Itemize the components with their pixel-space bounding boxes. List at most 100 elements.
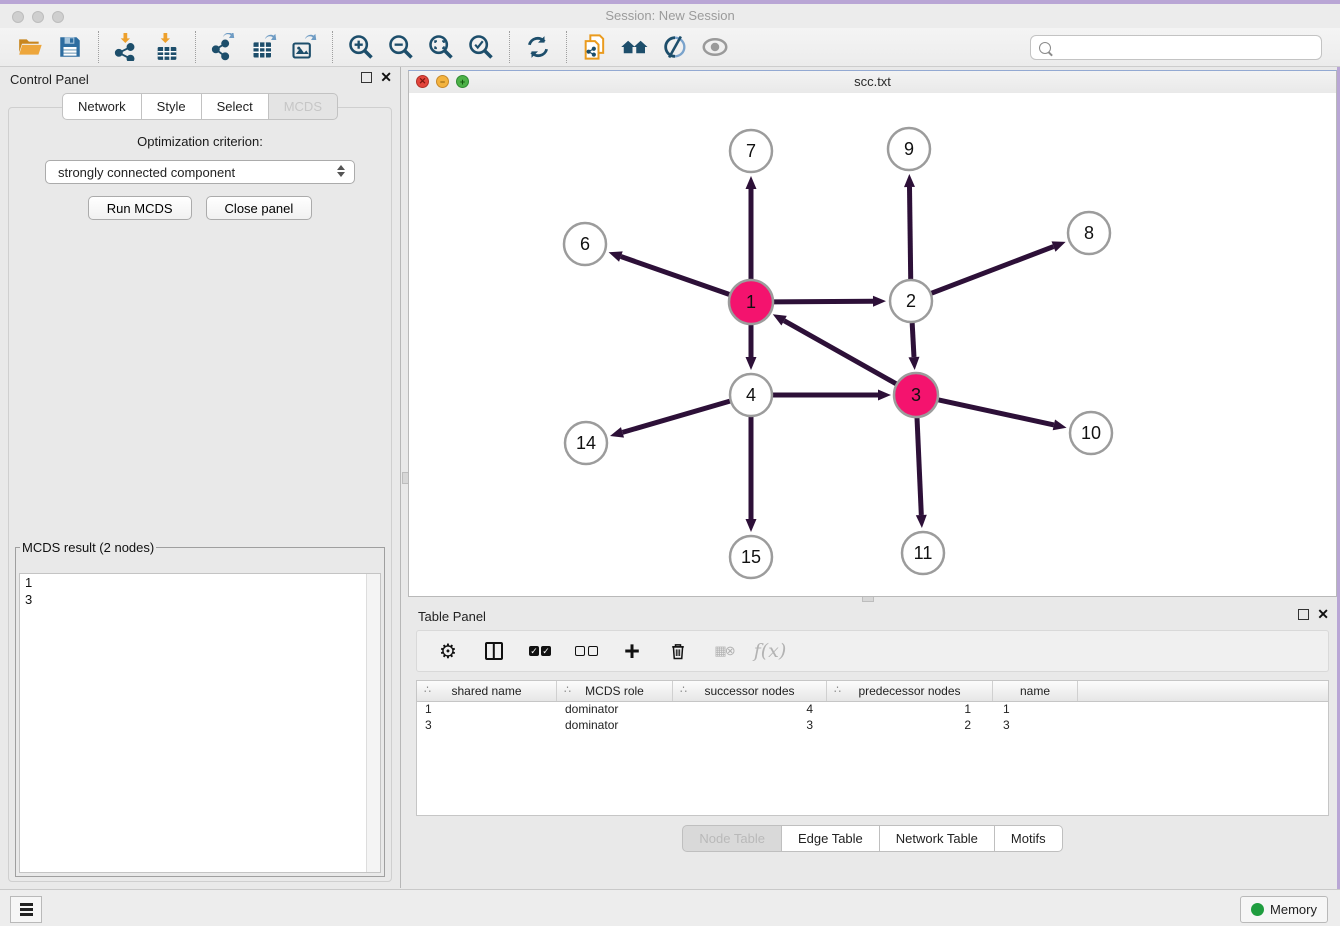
graph-node-label: 9 [904, 139, 914, 159]
table-cell[interactable]: 4 [673, 702, 827, 718]
table-row[interactable]: 1dominator411 [417, 702, 1328, 718]
network-canvas[interactable]: 7968124314101511 [409, 93, 1336, 596]
column-type-icon: ∴ [564, 683, 571, 696]
tab-style[interactable]: Style [142, 93, 202, 120]
graph-edge-2-3[interactable] [912, 323, 914, 357]
tab-network[interactable]: Network [62, 93, 142, 120]
float-panel-icon[interactable] [361, 72, 372, 83]
select-all-icon[interactable]: ✓✓ [527, 638, 553, 664]
table-cell[interactable]: 3 [673, 718, 827, 734]
table-panel: Table Panel ✕ ⚙ ✓✓ + ▦⊗ f(x) ∴shared nam… [408, 604, 1337, 888]
delete-icon[interactable] [665, 638, 691, 664]
toolbar-separator [98, 31, 99, 63]
graph-node-label: 1 [746, 292, 756, 312]
table-row[interactable]: 3dominator323 [417, 718, 1328, 734]
control-panel-tabs: NetworkStyleSelectMCDS [0, 93, 400, 120]
graph-edge-arrowhead [609, 251, 623, 261]
table-cell[interactable]: 3 [417, 718, 557, 734]
table-cell[interactable]: 2 [827, 718, 993, 734]
search-box[interactable] [1030, 35, 1322, 60]
export-table-icon[interactable] [244, 30, 284, 64]
memory-status-icon [1251, 903, 1264, 916]
save-session-icon[interactable] [50, 30, 90, 64]
zoom-out-icon[interactable] [381, 30, 421, 64]
app-titlebar: Session: New Session [0, 4, 1340, 28]
tab-select[interactable]: Select [202, 93, 269, 120]
table-panel-title: Table Panel [418, 609, 486, 624]
show-graphics-details-icon[interactable] [695, 30, 735, 64]
graph-edge-4-14[interactable] [622, 401, 729, 432]
task-history-button[interactable] [10, 896, 42, 923]
export-image-icon[interactable] [284, 30, 324, 64]
node-table[interactable]: ∴shared name∴MCDS role∴successor nodes∴p… [416, 680, 1329, 816]
table-cell[interactable]: 3 [993, 718, 1078, 734]
add-row-icon[interactable]: + [619, 638, 645, 664]
criterion-value: strongly connected component [58, 165, 235, 180]
zoom-selected-icon[interactable] [461, 30, 501, 64]
criterion-dropdown[interactable]: strongly connected component [45, 160, 355, 184]
table-cell[interactable]: 1 [827, 702, 993, 718]
graph-edge-arrowhead [746, 176, 757, 189]
graph-edge-3-1[interactable] [784, 321, 897, 385]
tab-mcds[interactable]: MCDS [269, 93, 338, 120]
graph-edge-3-10[interactable] [937, 400, 1053, 425]
table-cell[interactable]: dominator [557, 702, 673, 718]
close-table-panel-icon[interactable]: ✕ [1317, 609, 1329, 620]
network-window: ✕ − + scc.txt 7968124314101511 [408, 70, 1337, 597]
mcds-result-list[interactable]: 13 [19, 573, 381, 873]
graph-node-label: 10 [1081, 423, 1101, 443]
graph-edge-2-8[interactable] [932, 247, 1054, 294]
table-cell[interactable]: 1 [417, 702, 557, 718]
zoom-fit-icon[interactable] [421, 30, 461, 64]
export-network-icon[interactable] [204, 30, 244, 64]
column-header-predecessor-nodes[interactable]: ∴predecessor nodes [827, 681, 993, 701]
table-cell[interactable]: 1 [993, 702, 1078, 718]
tab-node-table[interactable]: Node Table [682, 825, 782, 852]
network-window-titlebar[interactable]: ✕ − + scc.txt [409, 71, 1336, 94]
graph-node-label: 11 [914, 543, 933, 563]
table-settings-gear-icon[interactable]: ⚙ [435, 638, 461, 664]
graph-edge-1-2[interactable] [773, 301, 873, 302]
network-window-title: scc.txt [409, 74, 1336, 89]
tab-edge-table[interactable]: Edge Table [782, 825, 880, 852]
tab-network-table[interactable]: Network Table [880, 825, 995, 852]
graph-edge-2-9[interactable] [910, 187, 911, 279]
graph-node-label: 15 [741, 547, 761, 567]
graph-edge-arrowhead [610, 427, 624, 438]
graph-node-label: 14 [576, 433, 596, 453]
graph-edge-3-11[interactable] [917, 417, 921, 515]
toolbar-separator [566, 31, 567, 63]
clone-network-icon[interactable] [575, 30, 615, 64]
zoom-in-icon[interactable] [341, 30, 381, 64]
table-cell[interactable]: dominator [557, 718, 673, 734]
column-header-name[interactable]: name [993, 681, 1078, 701]
run-mcds-button[interactable]: Run MCDS [88, 196, 192, 220]
result-scrollbar[interactable] [366, 574, 380, 872]
float-table-panel-icon[interactable] [1298, 609, 1309, 620]
mcds-result-title: MCDS result (2 nodes) [20, 540, 156, 555]
column-header-shared-name[interactable]: ∴shared name [417, 681, 557, 701]
close-panel-button[interactable]: Close panel [206, 196, 313, 220]
graph-node-label: 6 [580, 234, 590, 254]
function-builder-icon: f(x) [757, 638, 783, 664]
mcds-result-box: MCDS result (2 nodes) 13 [15, 540, 385, 877]
toolbar-separator [509, 31, 510, 63]
graph-edge-1-6[interactable] [621, 257, 730, 295]
hide-details-icon[interactable] [655, 30, 695, 64]
memory-button[interactable]: Memory [1240, 896, 1328, 923]
result-lines-container: 13 [20, 574, 380, 608]
graph-node-label: 2 [906, 291, 916, 311]
show-columns-icon[interactable] [481, 638, 507, 664]
tab-motifs[interactable]: Motifs [995, 825, 1063, 852]
unselect-all-icon[interactable] [573, 638, 599, 664]
search-input[interactable] [1051, 39, 1321, 56]
apply-layout-icon[interactable] [518, 30, 558, 64]
list-icon [20, 908, 33, 910]
close-panel-icon[interactable]: ✕ [380, 72, 392, 83]
go-home-icon[interactable] [615, 30, 655, 64]
column-header-MCDS-role[interactable]: ∴MCDS role [557, 681, 673, 701]
import-table-icon[interactable] [147, 30, 187, 64]
open-session-icon[interactable] [10, 30, 50, 64]
import-network-icon[interactable] [107, 30, 147, 64]
column-header-successor-nodes[interactable]: ∴successor nodes [673, 681, 827, 701]
